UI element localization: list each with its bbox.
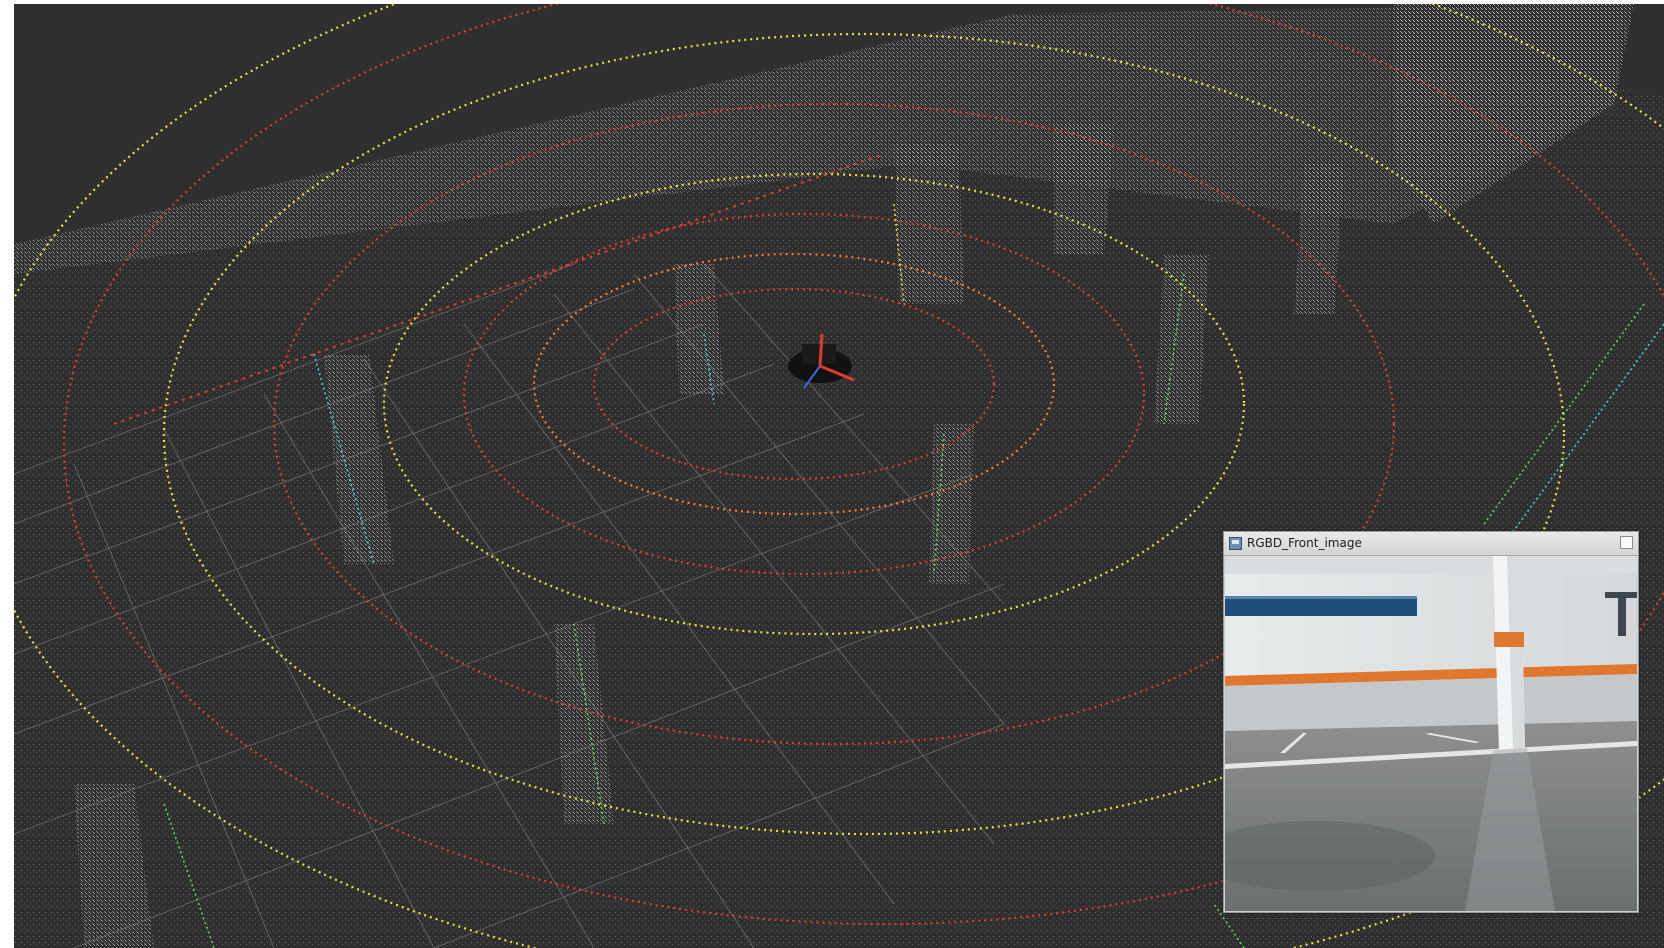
3d-viewport[interactable]: RGBD_Front_image xyxy=(14,4,1664,948)
maximize-icon[interactable] xyxy=(1620,536,1633,549)
camera-image-window[interactable]: RGBD_Front_image xyxy=(1223,531,1639,913)
window-titlebar[interactable]: RGBD_Front_image xyxy=(1224,532,1638,556)
window-title: RGBD_Front_image xyxy=(1247,536,1362,550)
image-window-icon xyxy=(1229,537,1242,550)
camera-feed-image xyxy=(1225,556,1637,911)
